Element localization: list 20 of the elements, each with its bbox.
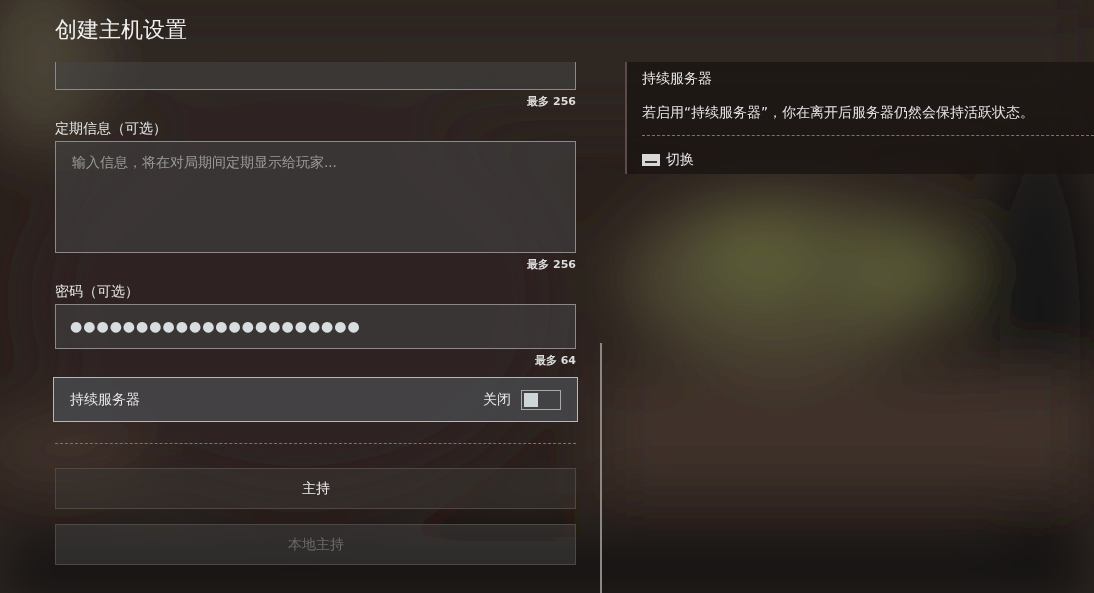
password-field[interactable]: ●●●●●●●●●●●●●●●●●●●●●● [55, 304, 576, 349]
setting-label: 持续服务器 [70, 390, 140, 409]
spacebar-icon [642, 154, 660, 166]
host-button[interactable]: 主持 [55, 468, 576, 509]
action-label: 切换 [666, 151, 694, 169]
toggle-state: 关闭 [483, 390, 511, 409]
scrollbar[interactable] [599, 343, 602, 593]
help-description: 若启用“持续服务器”，你在离开后服务器仍然会保持活跃状态。 [642, 103, 1035, 122]
field-label: 定期信息（可选） [55, 119, 168, 138]
character-limit: 最多 256 [527, 94, 576, 110]
page-title: 创建主机设置 [55, 16, 188, 44]
message-field[interactable]: 输入信息，将在对局期间定期显示给玩家... [55, 141, 576, 253]
toggle-switch[interactable] [521, 389, 561, 410]
character-limit: 最多 256 [527, 257, 576, 273]
setting-row[interactable]: 持续服务器 关闭 [53, 377, 578, 422]
field-label: 密码（可选） [55, 282, 140, 301]
character-limit: 最多 64 [534, 353, 576, 369]
text-field[interactable] [55, 62, 576, 90]
help-title: 持续服务器 [642, 69, 713, 88]
host-button: 本地主持 [55, 524, 576, 565]
